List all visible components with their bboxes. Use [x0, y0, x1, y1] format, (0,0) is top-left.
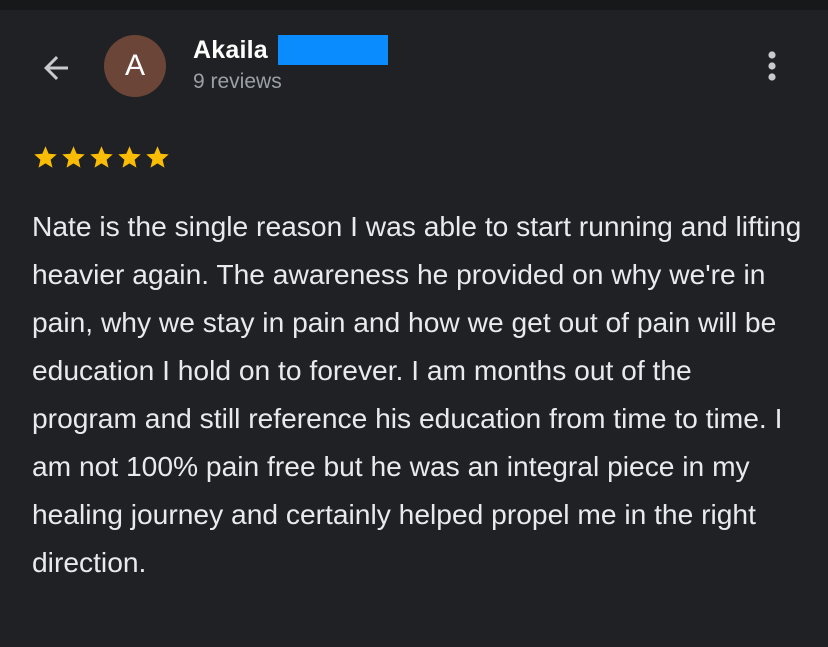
back-button[interactable] — [34, 46, 78, 90]
star-rating — [32, 144, 171, 171]
arrow-left-icon — [44, 56, 68, 80]
avatar-initial: A — [124, 49, 145, 82]
redaction-box — [277, 35, 388, 65]
author-name-row: Akaila — [193, 33, 388, 67]
star-icon — [62, 146, 85, 168]
author-name[interactable]: Akaila — [193, 36, 268, 65]
star-icon — [90, 146, 113, 168]
more-options-button[interactable] — [752, 44, 792, 88]
review-text: Nate is the single reason I was able to … — [32, 210, 802, 578]
more-vertical-icon — [768, 51, 776, 81]
avatar: A — [104, 35, 166, 97]
status-bar-strip — [0, 0, 828, 10]
review-count[interactable]: 9 reviews — [193, 70, 282, 94]
star-icon — [34, 146, 57, 168]
star-icon — [118, 146, 141, 168]
star-icon — [146, 146, 169, 168]
